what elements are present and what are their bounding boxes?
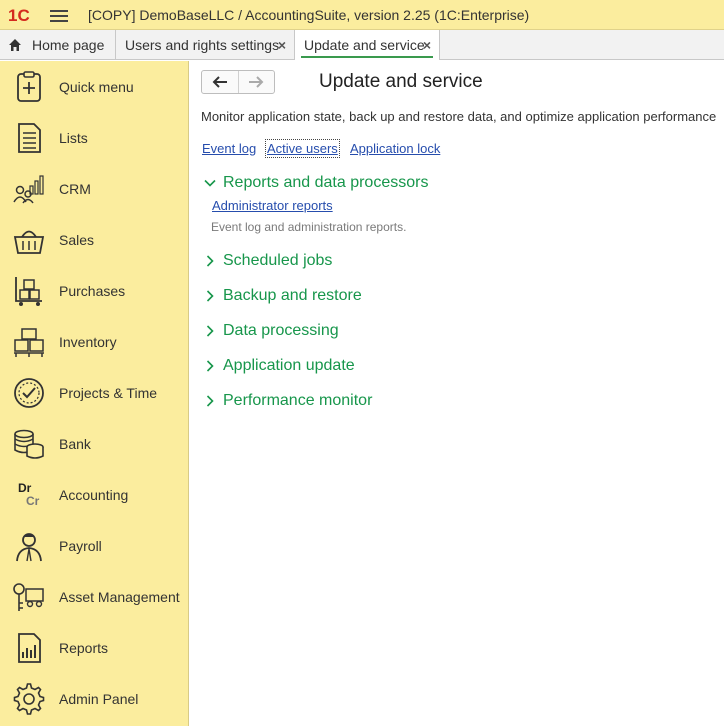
section-title: Data processing	[223, 322, 339, 339]
tab-home-page[interactable]: Home page	[0, 30, 116, 60]
back-button[interactable]	[202, 71, 238, 93]
home-icon	[9, 39, 21, 51]
close-icon[interactable]: ×	[278, 37, 286, 53]
sidebar-item-crm[interactable]: CRM	[0, 163, 189, 214]
sidebar-item-label: Bank	[59, 435, 91, 452]
close-icon[interactable]: ×	[423, 37, 431, 53]
employee-icon	[16, 533, 42, 562]
title-bar: 1С [COPY] DemoBaseLLC / AccountingSuite,…	[0, 0, 724, 30]
section-title: Application update	[223, 357, 355, 374]
sidebar-item-accounting[interactable]: Dr Cr Accounting	[0, 469, 189, 520]
sidebar-item-label: Accounting	[59, 486, 129, 503]
sidebar-item-payroll[interactable]: Payroll	[0, 520, 189, 571]
arrow-right-icon	[249, 76, 264, 88]
sections-panel: Quick menu Lists CRM Sales Purchases Inv…	[0, 61, 189, 726]
chevron-right-icon	[206, 290, 214, 302]
tab-label: Update and service	[304, 37, 425, 53]
event-log-link[interactable]: Event log	[202, 141, 256, 156]
sidebar-item-label: Lists	[59, 129, 88, 146]
svg-text:Dr: Dr	[18, 481, 32, 495]
sidebar-item-bank[interactable]: Bank	[0, 418, 189, 469]
sidebar-item-inventory[interactable]: Inventory	[0, 316, 189, 367]
chevron-right-icon	[206, 360, 214, 372]
section-application-update[interactable]: Application update	[204, 355, 355, 377]
section-performance-monitor[interactable]: Performance monitor	[204, 390, 372, 412]
section-title: Scheduled jobs	[223, 252, 333, 269]
sidebar-item-purchases[interactable]: Purchases	[0, 265, 189, 316]
tab-users-rights[interactable]: Users and rights settings ×	[116, 30, 295, 60]
sidebar-item-asset-management[interactable]: Asset Management	[0, 571, 189, 622]
chevron-right-icon	[206, 325, 214, 337]
sidebar-item-label: Sales	[59, 231, 95, 248]
gear-icon	[13, 683, 45, 715]
cart-boxes-icon	[15, 277, 42, 306]
chevron-right-icon	[206, 395, 214, 407]
administrator-reports-description: Event log and administration reports.	[211, 220, 407, 234]
sidebar-item-reports[interactable]: Reports	[0, 622, 189, 673]
main-content: Update and service Monitor application s…	[190, 61, 724, 726]
tab-bar: Home page Users and rights settings × Up…	[0, 30, 724, 60]
svg-text:1С: 1С	[8, 6, 30, 25]
active-users-link[interactable]: Active users	[265, 139, 340, 158]
clipboard-plus-icon	[17, 71, 41, 102]
section-reports-data-processors[interactable]: Reports and data processors	[204, 172, 428, 194]
application-lock-link[interactable]: Application lock	[350, 141, 440, 156]
tab-label: Home page	[32, 37, 105, 53]
basket-icon	[13, 230, 45, 254]
sidebar-item-label: Inventory	[59, 333, 117, 350]
coin-stack-icon	[14, 429, 44, 459]
active-tab-indicator	[301, 56, 433, 58]
pallet-boxes-icon	[14, 328, 44, 357]
app-logo: 1С	[8, 6, 30, 25]
sidebar-item-label: Quick menu	[59, 78, 134, 95]
sidebar-item-label: Reports	[59, 639, 109, 656]
dr-cr-icon: Dr Cr	[18, 481, 40, 508]
section-title: Performance monitor	[223, 392, 373, 409]
arrow-left-icon	[212, 76, 227, 88]
sidebar-item-label: Asset Management	[59, 588, 180, 605]
clock-check-icon	[14, 378, 44, 408]
sidebar-item-label: CRM	[59, 180, 91, 197]
sidebar-item-label: Admin Panel	[59, 690, 139, 707]
history-navigation	[201, 70, 275, 94]
window-title: [COPY] DemoBaseLLC / AccountingSuite, ve…	[88, 7, 530, 23]
chevron-down-icon	[204, 179, 216, 187]
administrator-reports-link[interactable]: Administrator reports	[212, 198, 333, 213]
truck-key-icon	[13, 583, 44, 611]
sidebar-item-lists[interactable]: Lists	[0, 112, 189, 163]
report-chart-icon	[18, 633, 41, 663]
sidebar-item-quick-menu[interactable]: Quick menu	[0, 61, 189, 112]
page-title: Update and service	[319, 71, 483, 92]
sidebar-item-admin-panel[interactable]: Admin Panel	[0, 673, 189, 724]
tab-label: Users and rights settings	[125, 37, 280, 53]
tab-update-service[interactable]: Update and service ×	[295, 30, 440, 60]
section-title: Reports and data processors	[223, 174, 429, 191]
forward-button[interactable]	[237, 71, 274, 93]
section-scheduled-jobs[interactable]: Scheduled jobs	[204, 250, 332, 272]
chevron-right-icon	[206, 255, 214, 267]
sidebar-item-label: Payroll	[59, 537, 102, 554]
sidebar-item-projects-time[interactable]: Projects & Time	[0, 367, 189, 418]
section-data-processing[interactable]: Data processing	[204, 320, 339, 342]
people-chart-icon	[13, 175, 44, 204]
main-menu-button[interactable]	[50, 7, 68, 23]
svg-text:Cr: Cr	[26, 494, 40, 508]
page-description: Monitor application state, back up and r…	[201, 109, 717, 124]
section-title: Backup and restore	[223, 287, 362, 304]
document-list-icon	[18, 123, 41, 153]
sidebar-item-label: Purchases	[59, 282, 126, 299]
section-backup-restore[interactable]: Backup and restore	[204, 285, 362, 307]
sidebar-item-label: Projects & Time	[59, 384, 158, 401]
sidebar-item-sales[interactable]: Sales	[0, 214, 189, 265]
